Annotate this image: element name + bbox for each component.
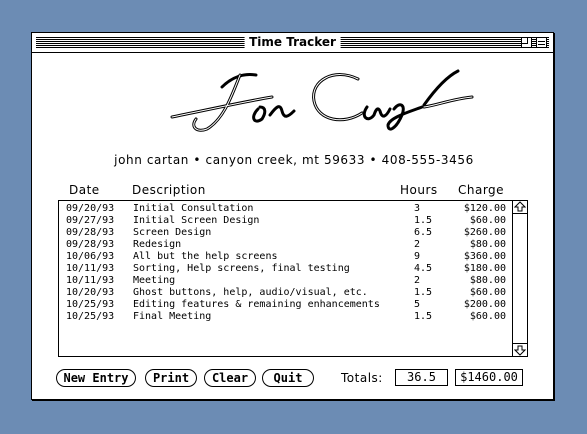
- window-title: Time Tracker: [244, 34, 341, 51]
- header-hours: Hours: [400, 183, 438, 197]
- print-button[interactable]: Print: [145, 369, 197, 387]
- entries-list[interactable]: 09/20/93 Initial Consultation 3 $120.00 09/2…: [58, 200, 528, 357]
- header-description: Description: [132, 183, 206, 197]
- entry-row[interactable]: 09/27/93 Initial Screen Design 1.5 $60.00: [59, 215, 513, 227]
- entry-date: 09/20/93: [66, 203, 115, 214]
- entry-description: Initial Screen Design: [133, 215, 260, 226]
- entry-date: 10/11/93: [66, 275, 115, 286]
- entry-row[interactable]: 09/20/93 Initial Consultation 3 $120.00: [59, 203, 513, 215]
- scroll-down-arrow-icon[interactable]: [513, 343, 527, 356]
- entry-row[interactable]: 10/11/93 Sorting, Help screens, final tes…: [59, 263, 513, 275]
- collapse-box-icon[interactable]: [536, 37, 547, 48]
- entry-charge: $60.00: [469, 311, 506, 322]
- letterhead-address: john cartan • canyon creek, mt 59633 • 4…: [114, 153, 474, 167]
- entry-hours: 4.5: [414, 263, 433, 274]
- entry-description: Sorting, Help screens, final testing: [133, 263, 350, 274]
- entry-charge: $360.00: [463, 251, 506, 262]
- entries-rows: 09/20/93 Initial Consultation 3 $120.00 09/2…: [59, 203, 513, 323]
- entry-hours: 2: [414, 239, 421, 250]
- zoom-box-icon[interactable]: [521, 37, 532, 48]
- quit-button[interactable]: Quit: [262, 369, 314, 387]
- entry-hours: 1.5: [414, 215, 433, 226]
- entry-hours: 5: [414, 299, 421, 310]
- time-tracker-window: Time Tracker john cartan • canyon creek,…: [31, 32, 554, 400]
- entry-row[interactable]: 09/28/93 Screen Design 6.5 $260.00: [59, 227, 513, 239]
- header-charge: Charge: [458, 183, 505, 197]
- entry-date: 10/25/93: [66, 311, 115, 322]
- entry-description: Final Meeting: [133, 311, 212, 322]
- entry-charge: $60.00: [469, 215, 506, 226]
- entry-charge: $180.00: [463, 263, 506, 274]
- entry-row[interactable]: 10/25/93 Editing features & remaining enh…: [59, 299, 513, 311]
- entry-description: Screen Design: [133, 227, 212, 238]
- entry-charge: $120.00: [463, 203, 506, 214]
- entry-date: 09/28/93: [66, 239, 115, 250]
- new-entry-button[interactable]: New Entry: [56, 369, 136, 387]
- entry-date: 10/06/93: [66, 251, 115, 262]
- entry-charge: $200.00: [463, 299, 506, 310]
- window-content: john cartan • canyon creek, mt 59633 • 4…: [32, 53, 553, 399]
- clear-button[interactable]: Clear: [204, 369, 256, 387]
- entry-hours: 1.5: [414, 311, 433, 322]
- entry-description: Meeting: [133, 275, 176, 286]
- entry-hours: 9: [414, 251, 421, 262]
- entry-date: 10/25/93: [66, 299, 115, 310]
- entry-hours: 6.5: [414, 227, 433, 238]
- totals-label: Totals:: [341, 371, 383, 385]
- entry-row[interactable]: 10/11/93 Meeting 2 $80.00: [59, 275, 513, 287]
- entry-charge: $80.00: [469, 239, 506, 250]
- entry-charge: $260.00: [463, 227, 506, 238]
- entry-hours: 3: [414, 203, 421, 214]
- entry-row[interactable]: 09/28/93 Redesign 2 $80.00: [59, 239, 513, 251]
- entry-description: Ghost buttons, help, audio/visual, etc.: [133, 287, 368, 298]
- total-hours-field: 36.5: [395, 369, 448, 386]
- entry-row[interactable]: 10/06/93 All but the help screens 9 $360.00: [59, 251, 513, 263]
- entry-description: Redesign: [133, 239, 182, 250]
- vertical-scrollbar[interactable]: [512, 201, 527, 356]
- entry-charge: $80.00: [469, 275, 506, 286]
- entry-description: Initial Consultation: [133, 203, 254, 214]
- header-date: Date: [69, 183, 100, 197]
- total-charge-field: $1460.00: [455, 369, 523, 386]
- entry-row[interactable]: 10/25/93 Final Meeting 1.5 $60.00: [59, 311, 513, 323]
- entry-hours: 1.5: [414, 287, 433, 298]
- entry-date: 10/20/93: [66, 287, 115, 298]
- entry-charge: $60.00: [469, 287, 506, 298]
- title-bar[interactable]: Time Tracker: [32, 33, 553, 53]
- entry-date: 10/11/93: [66, 263, 115, 274]
- entry-date: 09/27/93: [66, 215, 115, 226]
- entry-description: All but the help screens: [133, 251, 278, 262]
- entry-hours: 2: [414, 275, 421, 286]
- entry-row[interactable]: 10/20/93 Ghost buttons, help, audio/visua…: [59, 287, 513, 299]
- entry-description: Editing features & remaining enhancement…: [133, 299, 380, 310]
- scroll-up-arrow-icon[interactable]: [513, 201, 527, 214]
- entry-date: 09/28/93: [66, 227, 115, 238]
- signature-logo: [170, 69, 474, 132]
